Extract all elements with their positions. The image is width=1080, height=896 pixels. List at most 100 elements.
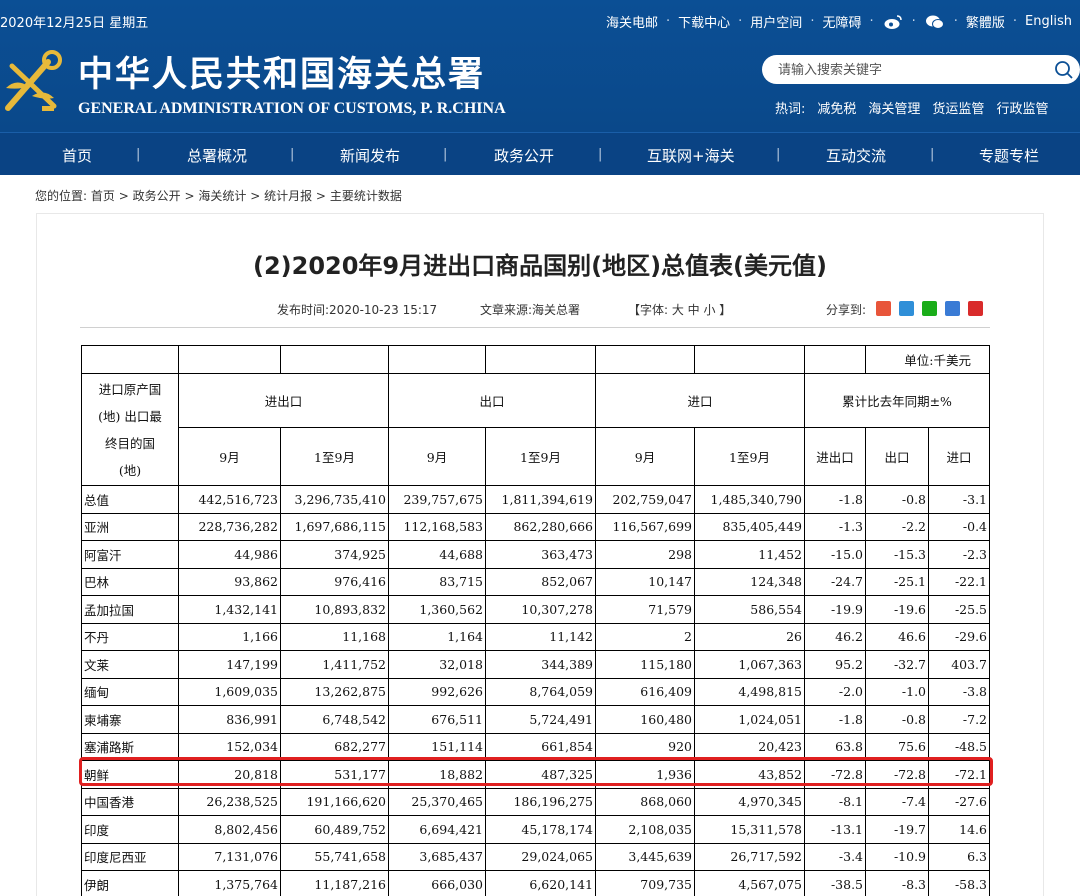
value-cell: 1,485,340,790 (694, 485, 805, 514)
article-title: (2)2020年9月进出口商品国别(地区)总值表(美元值) (252, 252, 827, 280)
breadcrumb: 您的位置: 首页 > 政务公开 > 海关统计 > 统计月报 > 主要统计数据 (35, 189, 402, 203)
value-cell: 60,489,752 (280, 815, 389, 844)
value-cell: 115,180 (595, 650, 695, 679)
value-cell: -48.5 (928, 732, 990, 761)
value-cell: 1,411,752 (280, 650, 389, 679)
country-cell: 巴林 (81, 567, 179, 596)
value-cell: 1,811,394,619 (485, 485, 596, 514)
top-link-accessibility[interactable]: 无障碍 (822, 12, 861, 31)
site-title-cn[interactable]: 中华人民共和国海关总署 (78, 46, 485, 97)
search-input[interactable] (778, 60, 1038, 79)
value-cell: 112,168,583 (388, 512, 486, 541)
nav-item-internet-customs[interactable]: 互联网+海关 (647, 145, 735, 166)
value-cell: 6,694,421 (388, 815, 486, 844)
value-cell: 43,852 (694, 760, 805, 789)
share-pdf-icon[interactable] (968, 301, 983, 316)
nav-item-special[interactable]: 专题专栏 (979, 145, 1039, 166)
value-cell: 374,925 (280, 540, 389, 569)
hot-word[interactable]: 海关管理 (868, 98, 920, 117)
value-cell: 13,262,875 (280, 677, 389, 706)
country-cell: 伊朗 (81, 870, 179, 896)
top-link-english[interactable]: English (1025, 14, 1072, 29)
country-cell: 阿富汗 (81, 540, 179, 569)
value-cell: 1,609,035 (178, 677, 281, 706)
value-cell: -19.7 (865, 815, 929, 844)
hot-word[interactable]: 货运监管 (932, 98, 984, 117)
value-cell: 45,178,174 (485, 815, 596, 844)
value-cell: 298 (595, 540, 695, 569)
value-cell: 1,697,686,115 (280, 512, 389, 541)
search-box (762, 55, 1080, 84)
top-link-email[interactable]: 海关电邮 (606, 12, 658, 31)
site-title-en[interactable]: GENERAL ADMINISTRATION OF CUSTOMS, P. R.… (78, 100, 506, 118)
value-cell: 920 (595, 732, 695, 761)
value-cell: 1,375,764 (178, 870, 281, 896)
value-cell: -3.4 (804, 842, 866, 871)
value-cell: -2.2 (865, 512, 929, 541)
share-renren-icon[interactable] (945, 301, 960, 316)
weibo-icon[interactable] (882, 14, 904, 30)
value-cell: 191,166,620 (280, 787, 389, 816)
value-cell: 46.6 (865, 622, 929, 651)
breadcrumb-statistics[interactable]: 海关统计 (198, 189, 246, 203)
nav-item-overview[interactable]: 总署概况 (187, 145, 247, 166)
value-cell: 15,311,578 (694, 815, 805, 844)
value-cell: 1,024,051 (694, 705, 805, 734)
value-cell: -15.3 (865, 540, 929, 569)
value-cell: -25.1 (865, 567, 929, 596)
value-cell: 682,277 (280, 732, 389, 761)
subheader-cell: 9月 (178, 427, 281, 486)
share-weibo-icon[interactable] (876, 301, 891, 316)
value-cell: 11,452 (694, 540, 805, 569)
value-cell: 29,024,065 (485, 842, 596, 871)
top-link-download[interactable]: 下载中心 (678, 12, 730, 31)
value-cell: 676,511 (388, 705, 486, 734)
value-cell: -2.0 (804, 677, 866, 706)
value-cell: 14.6 (928, 815, 990, 844)
breadcrumb-main-data[interactable]: 主要统计数据 (330, 189, 402, 203)
value-cell: 10,893,832 (280, 595, 389, 624)
country-cell: 文莱 (81, 650, 179, 679)
country-cell: 印度尼西亚 (81, 842, 179, 871)
top-link-user-space[interactable]: 用户空间 (750, 12, 802, 31)
country-cell: 朝鲜 (81, 760, 179, 789)
hot-words: 热词: 减免税 海关管理 货运监管 行政监管 (775, 98, 1048, 117)
table-group-header: 进口原产国 (地) 出口最 终目的国 (地) 进出口 出口 进口 累计比去年同期… (81, 373, 990, 486)
table-row: 文莱 147,199 1,411,752 32,018 344,389 115,180 1,… (81, 650, 990, 679)
table-row: 巴林 93,862 976,416 83,715 852,067 10,147 124,34… (81, 567, 990, 596)
share-icons (876, 301, 983, 316)
share-label: 分享到: (826, 303, 867, 317)
country-cell: 缅甸 (81, 677, 179, 706)
value-cell: 344,389 (485, 650, 596, 679)
value-cell: 147,199 (178, 650, 281, 679)
value-cell: 10,147 (595, 567, 695, 596)
nav-item-gov-affairs[interactable]: 政务公开 (494, 145, 554, 166)
breadcrumb-monthly[interactable]: 统计月报 (264, 189, 312, 203)
breadcrumb-home[interactable]: 首页 (91, 189, 115, 203)
nav-item-interaction[interactable]: 互动交流 (826, 145, 886, 166)
value-cell: -38.5 (804, 870, 866, 896)
customs-emblem-icon[interactable] (2, 48, 68, 120)
share-qzone-icon[interactable] (899, 301, 914, 316)
share-wechat-icon[interactable] (922, 301, 937, 316)
font-size-controls[interactable]: 【字体: 大 中 小 】 (628, 301, 731, 318)
value-cell: 6,620,141 (485, 870, 596, 896)
table-row: 印度尼西亚 7,131,076 55,741,658 3,685,437 29,024,… (81, 842, 990, 871)
nav-item-news[interactable]: 新闻发布 (340, 145, 400, 166)
hot-word[interactable]: 行政监管 (996, 98, 1048, 117)
nav-item-home[interactable]: 首页 (62, 145, 92, 166)
wechat-icon[interactable] (924, 14, 946, 30)
site-header: 2020年12月25日 星期五 海关电邮 · 下载中心 · 用户空间 · 无障碍… (0, 0, 1080, 175)
value-cell: 531,177 (280, 760, 389, 789)
value-cell: -0.8 (865, 705, 929, 734)
table-row: 不丹 1,166 11,168 1,164 11,142 2 26 46.2 46.6 -29.6 (81, 622, 990, 651)
breadcrumb-gov-affairs[interactable]: 政务公开 (133, 189, 181, 203)
value-cell: -1.3 (804, 512, 866, 541)
country-header: 进口原产国 (地) 出口最 终目的国 (地) (81, 373, 179, 486)
top-link-traditional[interactable]: 繁體版 (966, 12, 1005, 31)
value-cell: 2,108,035 (595, 815, 695, 844)
top-links: 海关电邮 · 下载中心 · 用户空间 · 无障碍 · · · 繁體版 · Eng… (605, 12, 1072, 31)
value-cell: 186,196,275 (485, 787, 596, 816)
hot-word[interactable]: 减免税 (817, 98, 856, 117)
search-icon[interactable] (1054, 60, 1074, 80)
